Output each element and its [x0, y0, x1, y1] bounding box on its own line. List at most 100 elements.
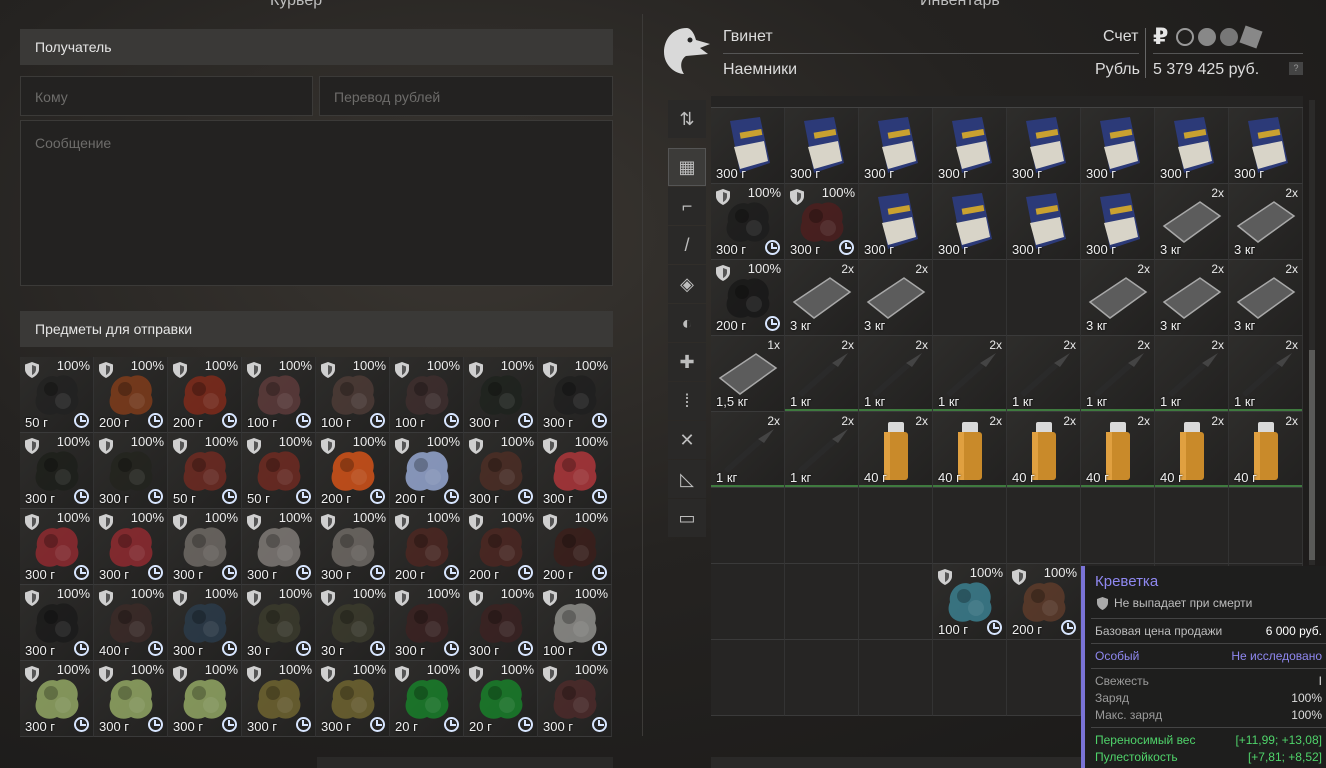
send-item-slot[interactable]: 100% 400 г: [94, 585, 168, 661]
gear-coin-icon[interactable]: [1176, 28, 1194, 46]
inventory-slot[interactable]: 300 г: [859, 184, 933, 260]
inventory-slot[interactable]: 300 г: [1155, 108, 1229, 184]
scrollbar-thumb[interactable]: [1309, 350, 1315, 560]
send-item-slot[interactable]: 100% 300 г: [464, 433, 538, 509]
inventory-slot[interactable]: 2x 1 кг: [785, 336, 859, 412]
inventory-slot[interactable]: 2x 1 кг: [1229, 336, 1303, 412]
tab-archive[interactable]: ▭: [668, 499, 706, 537]
inventory-slot[interactable]: 2x 1 кг: [711, 412, 785, 488]
inventory-slot[interactable]: 300 г: [711, 108, 785, 184]
inventory-slot[interactable]: 100% 200 г: [711, 260, 785, 336]
send-item-slot[interactable]: 100% 300 г: [242, 661, 316, 737]
tab-ammo[interactable]: ⁞: [668, 382, 706, 420]
inventory-slot[interactable]: 300 г: [933, 184, 1007, 260]
send-item-slot[interactable]: 100% 300 г: [94, 661, 168, 737]
send-item-slot[interactable]: 100% 50 г: [20, 357, 94, 433]
inventory-slot[interactable]: 2x 40 г: [859, 412, 933, 488]
ruble-icon[interactable]: ₽: [1153, 24, 1168, 50]
inventory-slot[interactable]: 100% 200 г: [1007, 564, 1081, 640]
send-item-slot[interactable]: 100% 300 г: [20, 433, 94, 509]
send-item-slot[interactable]: 100% 300 г: [538, 433, 612, 509]
send-item-slot[interactable]: 100% 50 г: [168, 433, 242, 509]
send-item-slot[interactable]: 100% 300 г: [168, 585, 242, 661]
inventory-slot[interactable]: 300 г: [1081, 184, 1155, 260]
send-item-slot[interactable]: 100% 300 г: [316, 509, 390, 585]
send-item-slot[interactable]: 100% 100 г: [242, 357, 316, 433]
inventory-slot[interactable]: 1x 1,5 кг: [711, 336, 785, 412]
send-item-slot[interactable]: 100% 20 г: [464, 661, 538, 737]
tab-knife[interactable]: /: [668, 226, 706, 264]
tab-misc[interactable]: ◺: [668, 460, 706, 498]
send-item-slot[interactable]: 100% 200 г: [94, 357, 168, 433]
tab-medkit[interactable]: ✚: [668, 343, 706, 381]
send-item-slot[interactable]: 100% 200 г: [316, 433, 390, 509]
inventory-slot[interactable]: 2x 1 кг: [785, 412, 859, 488]
ruble-transfer-input[interactable]: Перевод рублей: [319, 76, 613, 116]
inventory-slot[interactable]: 300 г: [1081, 108, 1155, 184]
send-item-slot[interactable]: 100% 200 г: [168, 357, 242, 433]
send-item-slot[interactable]: 100% 300 г: [316, 661, 390, 737]
send-item-slot[interactable]: 100% 300 г: [464, 585, 538, 661]
send-item-slot[interactable]: 100% 300 г: [464, 357, 538, 433]
inventory-slot[interactable]: 2x 3 кг: [1229, 260, 1303, 336]
inventory-slot[interactable]: 2x 40 г: [1007, 412, 1081, 488]
recipient-input[interactable]: Кому: [20, 76, 313, 116]
inventory-slot[interactable]: 2x 40 г: [933, 412, 1007, 488]
inventory-slot[interactable]: 2x 1 кг: [933, 336, 1007, 412]
inventory-slot[interactable]: 300 г: [1007, 184, 1081, 260]
send-item-slot[interactable]: 100% 300 г: [168, 509, 242, 585]
send-item-slot[interactable]: 100% 300 г: [390, 585, 464, 661]
send-item-slot[interactable]: 100% 200 г: [538, 509, 612, 585]
send-item-slot[interactable]: 100% 200 г: [390, 509, 464, 585]
tab-armor[interactable]: ◈: [668, 265, 706, 303]
send-item-slot[interactable]: 100% 30 г: [316, 585, 390, 661]
message-input[interactable]: Сообщение: [20, 120, 613, 286]
inventory-slot[interactable]: 300 г: [933, 108, 1007, 184]
send-item-slot[interactable]: 100% 200 г: [390, 433, 464, 509]
send-item-slot[interactable]: 100% 300 г: [94, 433, 168, 509]
currency-icons[interactable]: [1176, 25, 1263, 49]
send-item-slot[interactable]: 100% 300 г: [242, 509, 316, 585]
send-item-slot[interactable]: 100% 20 г: [390, 661, 464, 737]
tab-rifle[interactable]: ⌐: [668, 187, 706, 225]
inventory-slot[interactable]: 2x 40 г: [1081, 412, 1155, 488]
inventory-slot[interactable]: 2x 3 кг: [1229, 184, 1303, 260]
tab-helmet[interactable]: ◐: [668, 304, 706, 342]
send-item-slot[interactable]: 100% 100 г: [316, 357, 390, 433]
inventory-slot[interactable]: 2x 1 кг: [1081, 336, 1155, 412]
inventory-slot[interactable]: 300 г: [1007, 108, 1081, 184]
send-item-slot[interactable]: 100% 300 г: [538, 661, 612, 737]
send-item-slot[interactable]: 100% 300 г: [94, 509, 168, 585]
paw-coin-icon[interactable]: [1220, 28, 1238, 46]
inventory-slot[interactable]: 2x 1 кг: [859, 336, 933, 412]
send-item-slot[interactable]: 100% 30 г: [242, 585, 316, 661]
send-item-slot[interactable]: 100% 300 г: [20, 509, 94, 585]
inventory-slot[interactable]: 300 г: [785, 108, 859, 184]
inventory-slot[interactable]: 300 г: [1229, 108, 1303, 184]
send-item-slot[interactable]: 100% 200 г: [464, 509, 538, 585]
send-item-slot[interactable]: 100% 300 г: [538, 357, 612, 433]
send-item-slot[interactable]: 100% 300 г: [168, 661, 242, 737]
send-item-slot[interactable]: 100% 100 г: [390, 357, 464, 433]
inventory-slot[interactable]: 2x 1 кг: [1007, 336, 1081, 412]
help-button[interactable]: ?: [1289, 62, 1303, 75]
send-item-slot[interactable]: 100% 300 г: [20, 661, 94, 737]
inventory-slot[interactable]: 2x 40 г: [1229, 412, 1303, 488]
send-item-slot[interactable]: 100% 300 г: [20, 585, 94, 661]
send-item-slot[interactable]: 100% 50 г: [242, 433, 316, 509]
inventory-slot[interactable]: 2x 3 кг: [1155, 260, 1229, 336]
tab-grid[interactable]: ▦: [668, 148, 706, 186]
ticket-coin-icon[interactable]: [1239, 25, 1263, 49]
inventory-slot[interactable]: 300 г: [859, 108, 933, 184]
tab-sort[interactable]: ⇅: [668, 100, 706, 138]
inventory-slot[interactable]: 100% 300 г: [785, 184, 859, 260]
inventory-slot[interactable]: 2x 1 кг: [1155, 336, 1229, 412]
inventory-slot[interactable]: 2x 40 г: [1155, 412, 1229, 488]
inventory-slot[interactable]: 100% 300 г: [711, 184, 785, 260]
send-item-slot[interactable]: 100% 100 г: [538, 585, 612, 661]
tab-tools[interactable]: ✕: [668, 421, 706, 459]
compass-coin-icon[interactable]: [1198, 28, 1216, 46]
inventory-slot[interactable]: 100% 100 г: [933, 564, 1007, 640]
inventory-slot[interactable]: 2x 3 кг: [1155, 184, 1229, 260]
inventory-slot[interactable]: 2x 3 кг: [859, 260, 933, 336]
